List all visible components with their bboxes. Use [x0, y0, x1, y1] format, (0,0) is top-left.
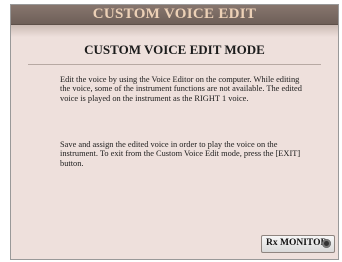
- title-shadow: [11, 25, 338, 37]
- rx-monitor-indicator: Rx MONITOR: [261, 235, 335, 253]
- window-title: CUSTOM VOICE EDIT: [92, 6, 257, 22]
- heading-divider: [28, 64, 321, 65]
- rx-monitor-label: Rx MONITOR: [266, 238, 328, 248]
- display-screen: CUSTOM VOICE EDIT CUSTOM VOICE EDIT MODE…: [10, 4, 339, 260]
- page-heading: CUSTOM VOICE EDIT MODE: [84, 42, 265, 57]
- title-bar: CUSTOM VOICE EDIT: [11, 5, 338, 25]
- instruction-paragraph-2: Save and assign the edited voice in orde…: [60, 140, 301, 168]
- monitor-lamp-icon: [322, 239, 331, 248]
- instruction-paragraph-1: Edit the voice by using the Voice Editor…: [60, 75, 302, 103]
